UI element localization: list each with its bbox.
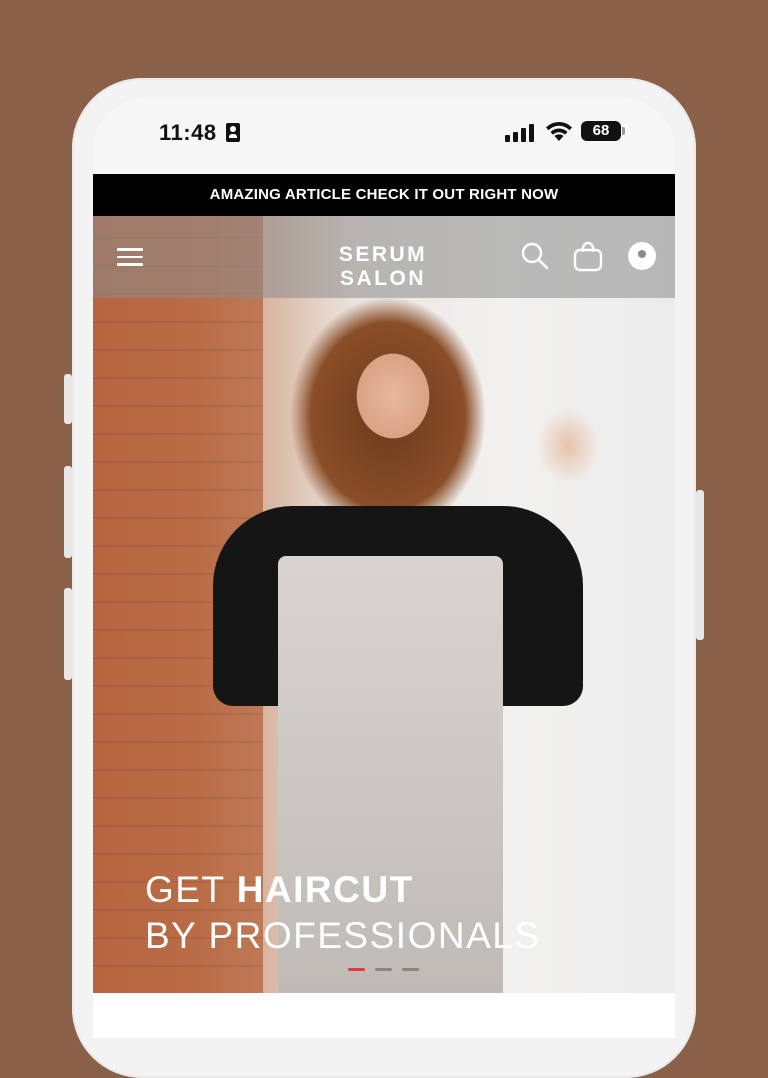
announcement-bar[interactable]: AMAZING ARTICLE CHECK IT OUT RIGHT NOW [93,174,675,216]
battery-indicator: 68 [581,121,621,141]
status-time: 11:48 [159,120,217,145]
site-logo[interactable]: SERUM SALON [293,243,473,291]
content-area [93,993,675,1038]
slider-pagination [348,968,428,972]
hero-title-line1: GET HAIRCUT [145,868,541,912]
menu-icon[interactable] [117,248,143,266]
phone-volume-down [64,588,72,680]
account-icon[interactable] [626,240,658,272]
slide-dot-3[interactable] [402,968,419,971]
phone-side-button [64,374,72,424]
id-card-icon [226,123,240,142]
hero-title-line2: BY PROFESSIONALS [145,915,541,956]
site-header: SERUM SALON [93,216,675,298]
cart-icon[interactable] [572,240,604,272]
slide-dot-1[interactable] [348,968,365,971]
phone-volume-up [64,466,72,558]
wifi-icon [546,121,572,141]
cellular-signal-icon [505,124,537,142]
hero-title-light: GET [145,869,225,910]
battery-tip [622,127,625,135]
phone-power-button [696,490,704,640]
hero-headline: GET HAIRCUT BY PROFESSIONALS [145,868,541,960]
phone-screen: 11:48 68 AMAZING ARTICLE CHECK IT OUT RI… [93,98,675,1038]
search-icon[interactable] [519,240,551,272]
status-bar: 11:48 68 [93,98,675,174]
slide-dot-2[interactable] [375,968,392,971]
hero-title-bold: HAIRCUT [236,869,414,910]
